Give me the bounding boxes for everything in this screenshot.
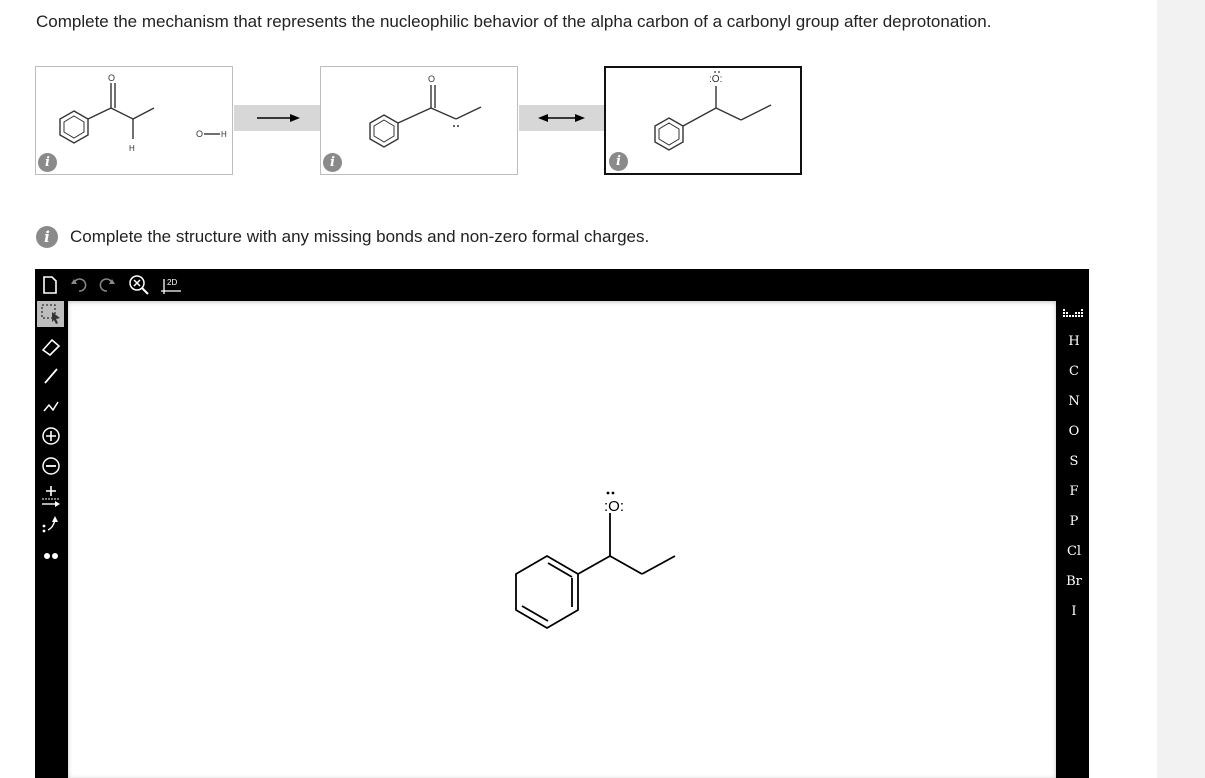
enolate-oxygen-label: O [428,74,435,84]
reaction-arrow-icon [257,114,300,122]
new-document-icon[interactable] [41,275,59,295]
reaction-arrow-box [234,105,320,131]
element-button-cl[interactable]: Cl [1063,542,1085,562]
resonance-arrow-box [519,105,605,131]
answer-structure: :O: [654,71,772,151]
element-button-o[interactable]: O [1063,422,1085,442]
element-button-i[interactable]: I [1063,602,1085,622]
curved-arrow-icon[interactable] [38,513,64,537]
mechanism-panel-answer[interactable]: :O: i [604,66,802,175]
zoom-clear-icon[interactable] [127,274,151,296]
drawing-canvas[interactable]: :O: [68,301,1056,778]
info-icon[interactable]: i [323,153,342,172]
resonance-arrow-icon [538,114,585,122]
info-icon[interactable]: i [36,226,58,248]
eraser-icon[interactable] [38,335,64,357]
lone-pair-icon[interactable] [38,545,64,567]
element-button-f[interactable]: F [1063,482,1085,502]
positive-charge-icon[interactable] [38,425,64,447]
element-button-s[interactable]: S [1063,452,1085,472]
instruction-text: Complete the structure with any missing … [70,227,650,246]
clean-2d-icon[interactable]: 2D [161,274,183,296]
answer-oxygen-label: :O: [709,74,722,85]
select-icon[interactable] [37,301,64,327]
carbonyl-oxygen-label: O [108,73,115,83]
canvas-oxygen-label: :O: [604,498,624,515]
negative-charge-icon[interactable] [38,455,64,477]
element-button-br[interactable]: Br [1063,572,1085,592]
element-button-h[interactable]: H [1063,332,1085,352]
undo-icon[interactable] [69,275,89,295]
hydroxide-oxygen-label: O [196,129,203,139]
question-text: Complete the mechanism that represents t… [36,12,992,31]
element-button-c[interactable]: C [1063,362,1085,382]
charge-arrow-icon[interactable] [38,483,64,509]
redo-icon[interactable] [97,275,117,295]
clean-2d-label: 2D [167,278,177,287]
chain-icon[interactable] [38,395,64,417]
enolate-structure: O [369,74,482,148]
info-icon[interactable]: i [609,152,628,171]
single-bond-icon[interactable] [38,365,64,387]
reactant-structure: O H O H [59,73,227,153]
element-button-p[interactable]: P [1063,512,1085,532]
right-gutter [1157,0,1205,778]
periodic-table-icon[interactable] [1061,305,1085,323]
alpha-hydrogen-label: H [129,144,135,153]
mechanism-panel-enolate[interactable]: O i [320,66,518,175]
info-icon[interactable]: i [38,153,57,172]
canvas-structure: :O: [515,491,676,630]
element-button-n[interactable]: N [1063,392,1085,412]
structure-editor[interactable]: 2D:O: H C N O S F P Cl Br I [35,269,1089,778]
hydroxide-hydrogen-label: H [221,130,227,139]
mechanism-panel-reactants[interactable]: O H O H i [35,66,233,175]
